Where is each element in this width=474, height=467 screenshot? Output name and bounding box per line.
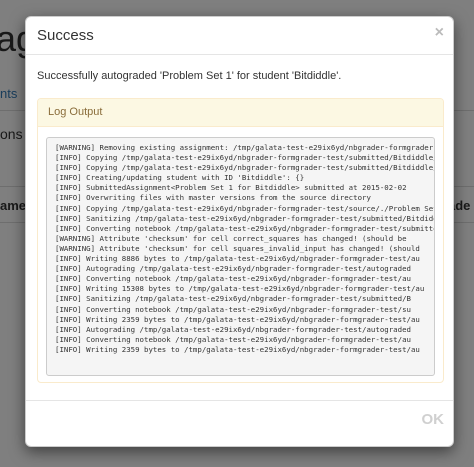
log-line: [INFO] SubmittedAssignment<Problem Set 1…	[55, 183, 407, 193]
modal-footer: OK	[26, 400, 453, 446]
log-output[interactable]: [WARNING] Removing existing assignment: …	[46, 137, 435, 376]
log-line: [INFO] Writing 15308 bytes to /tmp/galat…	[55, 284, 425, 294]
log-line: [INFO] Writing 2359 bytes to /tmp/galata…	[55, 344, 420, 354]
log-line: [INFO] Converting notebook /tmp/galata-t…	[55, 223, 435, 233]
log-line: [INFO] Overwriting files with master ver…	[55, 193, 371, 203]
log-line: [INFO] Copying /tmp/galata-test-e29ix6yd…	[55, 153, 435, 163]
success-message: Successfully autograded 'Problem Set 1' …	[37, 70, 342, 82]
log-line: [WARNING] Attribute 'checksum' for cell …	[55, 233, 407, 243]
panel-heading: Log Output	[38, 99, 443, 127]
log-line: [INFO] Sanitizing /tmp/galata-test-e29ix…	[55, 294, 411, 304]
log-line: [INFO] Writing 2359 bytes to /tmp/galata…	[55, 314, 420, 324]
log-line: [INFO] Converting notebook /tmp/galata-t…	[55, 274, 411, 284]
log-line: [WARNING] Attribute 'checksum' for cell …	[55, 243, 420, 253]
log-line: [INFO] Copying /tmp/galata-test-e29ix6yd…	[55, 163, 435, 173]
log-line: [INFO] Converting notebook /tmp/galata-t…	[55, 334, 411, 344]
log-line: [INFO] Creating/updating student with ID…	[55, 173, 305, 183]
log-line: [INFO] Converting notebook /tmp/galata-t…	[55, 304, 411, 314]
log-output-panel: Log Output [WARNING] Removing existing a…	[37, 98, 444, 383]
log-line: [INFO] Writing 8886 bytes to /tmp/galata…	[55, 254, 420, 264]
panel-body: [WARNING] Removing existing assignment: …	[38, 127, 443, 382]
log-line: [INFO] Autograding /tmp/galata-test-e29i…	[55, 324, 411, 334]
log-line: [WARNING] Removing existing assignment: …	[55, 143, 434, 152]
modal-header: Success ×	[26, 17, 453, 55]
modal-title: Success	[37, 27, 94, 44]
ok-button[interactable]: OK	[422, 411, 445, 428]
success-modal: Success × Successfully autograded 'Probl…	[25, 16, 454, 447]
log-line: [INFO] Autograding /tmp/galata-test-e29i…	[55, 264, 411, 274]
log-line: [INFO] Sanitizing /tmp/galata-test-e29ix…	[55, 213, 435, 223]
close-icon[interactable]: ×	[435, 25, 444, 41]
log-line: [INFO] Copying /tmp/galata-test-e29ix6yd…	[55, 203, 435, 213]
